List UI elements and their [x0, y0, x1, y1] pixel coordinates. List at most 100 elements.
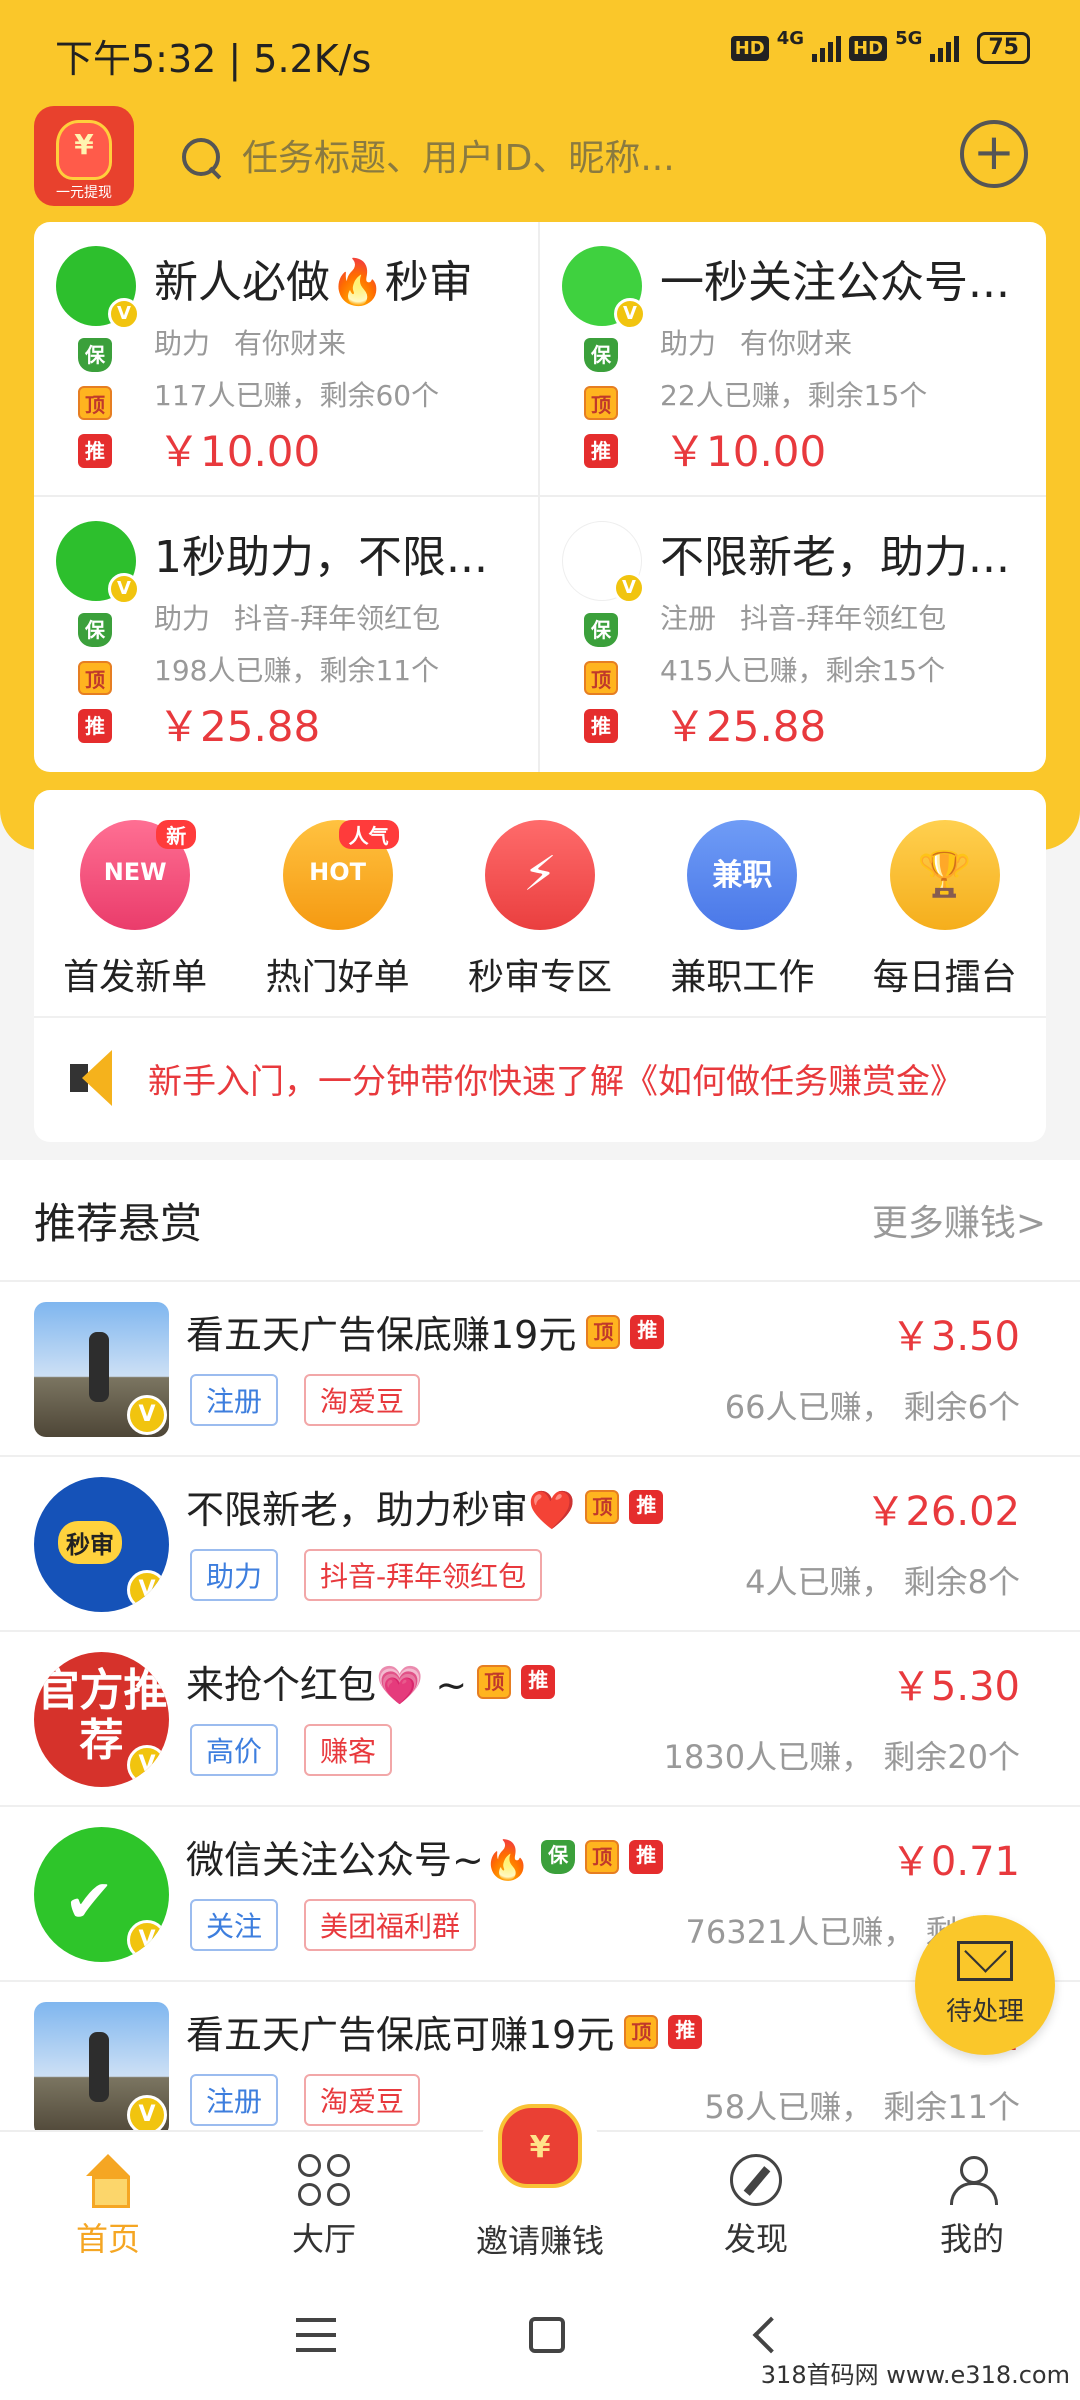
list-item[interactable]: 秒审 V 不限新老，助力秒审❤️ 顶推 ￥26.02 助力 抖音-拜年领红包 4人已赚… [0, 1455, 1080, 1630]
item-stats: 1830人已赚， 剩余20个 [663, 1738, 1020, 1776]
featured-task-card[interactable]: V 保 顶 推 1秒助力，不限... 助力 抖音-拜年领红包 198人已赚，剩余1… [34, 497, 540, 772]
task-author: 抖音-拜年领红包 [740, 602, 947, 635]
recommend-badge: 推 [668, 2014, 703, 2049]
category-label: 兼职工作 [670, 957, 815, 998]
nav-discover[interactable]: 发现 [648, 2132, 864, 2270]
source-tag: 抖音-拜年领红包 [304, 1549, 543, 1601]
check-icon: ✔ [64, 1867, 115, 1937]
task-price: ￥25.88 [158, 702, 321, 751]
search-icon [180, 136, 224, 180]
grid-icon [298, 2154, 350, 2206]
nav-hall[interactable]: 大厅 [216, 2132, 432, 2270]
back-icon[interactable] [752, 2316, 790, 2354]
top-badge: 顶 [584, 386, 618, 420]
type-tag: 注册 [190, 2074, 279, 2126]
top-badge: 顶 [585, 1839, 620, 1874]
guarantee-badge: 保 [78, 338, 112, 372]
item-stats: 4人已赚， 剩余8个 [745, 1563, 1020, 1601]
task-title: 新人必做🔥秒审 [154, 257, 473, 308]
category-label: 首发新单 [63, 957, 208, 998]
list-item[interactable]: ✔ V 微信关注公众号~🔥 保顶推 ￥0.71 关注 美团福利群 76321人已赚， … [0, 1805, 1080, 1980]
recommend-badge: 推 [78, 434, 112, 468]
verified-icon: V [613, 572, 645, 604]
avatar: V [562, 246, 646, 330]
add-button[interactable]: + [960, 120, 1028, 188]
pending-label: 待处理 [945, 1997, 1024, 2027]
top-badge: 顶 [477, 1664, 512, 1699]
thumbnail: 秒审 V [34, 1477, 169, 1612]
nav-label: 发现 [723, 2220, 788, 2258]
app-logo[interactable]: ¥ 一元提现 [34, 106, 134, 206]
list-item[interactable]: 官方推荐 V 来抢个红包💗 ~ 顶推 ￥5.30 高价 赚客 1830人已赚， 剩余2… [0, 1630, 1080, 1805]
megaphone-icon [64, 1048, 128, 1108]
recommend-badge: 推 [629, 1839, 664, 1874]
source-tag: 赚客 [304, 1724, 393, 1776]
item-title: 看五天广告保底赚19元 [186, 1313, 577, 1357]
network-4g-label: 4G [776, 27, 805, 49]
nav-me[interactable]: 我的 [864, 2132, 1080, 2270]
top-badge: 顶 [78, 386, 112, 420]
nav-home[interactable]: 首页 [0, 2132, 216, 2270]
task-title: 1秒助力，不限... [154, 532, 488, 583]
status-time: 下午5:32 | 5.2K/s [55, 37, 372, 81]
recommend-badge: 推 [630, 1314, 665, 1349]
featured-task-card[interactable]: V 保 顶 推 一秒关注公众号... 助力 有你财来 22人已赚，剩余15个 ￥1… [540, 222, 1046, 497]
app-header: ¥ 一元提现 + [0, 100, 1080, 220]
verified-icon: V [127, 1745, 167, 1785]
verified-icon: V [127, 1570, 167, 1610]
notice-text: 新手入门，一分钟带你快速了解《如何做任务赚赏金》 [148, 1061, 964, 1102]
thumbnail: ✔ V [34, 1827, 169, 1962]
list-item[interactable]: V 看五天广告保底赚19元顶推 ￥3.50 注册 淘爱豆 66人已赚， 剩余6个 [0, 1280, 1080, 1455]
guarantee-badge: 保 [584, 338, 618, 372]
wechat-avatar: V [56, 521, 140, 605]
search-input[interactable] [240, 136, 840, 180]
top-badge: 顶 [584, 661, 618, 695]
task-type: 助力 [154, 327, 211, 360]
task-stats: 198人已赚，剩余11个 [154, 654, 440, 687]
home-square-icon[interactable] [528, 2317, 565, 2353]
featured-task-card[interactable]: V 保 顶 推 不限新老，助力... 注册 抖音-拜年领红包 415人已赚，剩余1… [540, 497, 1046, 772]
item-title: 来抢个红包💗 ~ [186, 1663, 468, 1707]
type-tag: 注册 [190, 1374, 279, 1426]
featured-task-card[interactable]: V 保 顶 推 新人必做🔥秒审 助力 有你财来 117人已赚，剩余60个 ￥10.… [34, 222, 540, 497]
wechat-avatar: V [56, 246, 140, 330]
pending-button[interactable]: 待处理 [915, 1915, 1055, 2055]
top-badge: 顶 [585, 1489, 620, 1524]
task-price: ￥25.88 [664, 702, 827, 751]
category-daily-arena[interactable]: 🏆 每日擂台 [855, 820, 1035, 1000]
recommend-badge: 推 [78, 709, 112, 743]
category-label: 每日擂台 [872, 957, 1017, 998]
source-tag: 淘爱豆 [304, 1374, 421, 1426]
search-bar[interactable] [180, 128, 880, 188]
nav-invite[interactable]: ¥ 邀请赚钱 [432, 2090, 648, 2270]
recommend-badge: 推 [584, 434, 618, 468]
task-stats: 22人已赚，剩余15个 [660, 379, 928, 412]
verified-icon: V [108, 573, 140, 605]
menu-icon[interactable] [296, 2318, 337, 2352]
category-fast-review[interactable]: ⚡ 秒审专区 [450, 820, 630, 1000]
verified-icon: V [127, 2095, 167, 2130]
category-first-new[interactable]: 新 NEW 首发新单 [45, 820, 225, 1000]
envelope-icon [957, 1941, 1013, 1981]
item-stats: 66人已赚， 剩余6个 [724, 1388, 1020, 1426]
category-label: 秒审专区 [467, 957, 612, 998]
nav-label: 邀请赚钱 [475, 2222, 604, 2260]
job-icon: 兼职 [687, 820, 798, 930]
item-price: ￥26.02 [865, 1489, 1020, 1535]
category-part-time[interactable]: 兼职 兼职工作 [652, 820, 832, 1000]
network-5g-label: 5G [895, 27, 923, 49]
item-title: 看五天广告保底可赚19元 [186, 2013, 615, 2057]
item-price: ￥3.50 [890, 1314, 1020, 1360]
category-panel: 新 NEW 首发新单 人气 HOT 热门好单 ⚡ 秒审专区 兼职 兼职工作 🏆 每日… [34, 790, 1046, 1142]
top-badge: 顶 [586, 1314, 621, 1349]
item-price: ￥5.30 [890, 1664, 1020, 1710]
task-type: 助力 [154, 602, 211, 635]
more-link[interactable]: 更多赚钱> [872, 1194, 1046, 1246]
signal-icon [812, 34, 842, 62]
task-title: 一秒关注公众号... [660, 257, 1010, 308]
verified-icon: V [127, 1395, 167, 1435]
category-hot[interactable]: 人气 HOT 热门好单 [248, 820, 428, 1000]
home-icon [82, 2154, 134, 2208]
notice-bar[interactable]: 新手入门，一分钟带你快速了解《如何做任务赚赏金》 [34, 1016, 1046, 1138]
status-bar: 下午5:32 | 5.2K/s HD 4G HD 5G 75 [0, 0, 1080, 100]
